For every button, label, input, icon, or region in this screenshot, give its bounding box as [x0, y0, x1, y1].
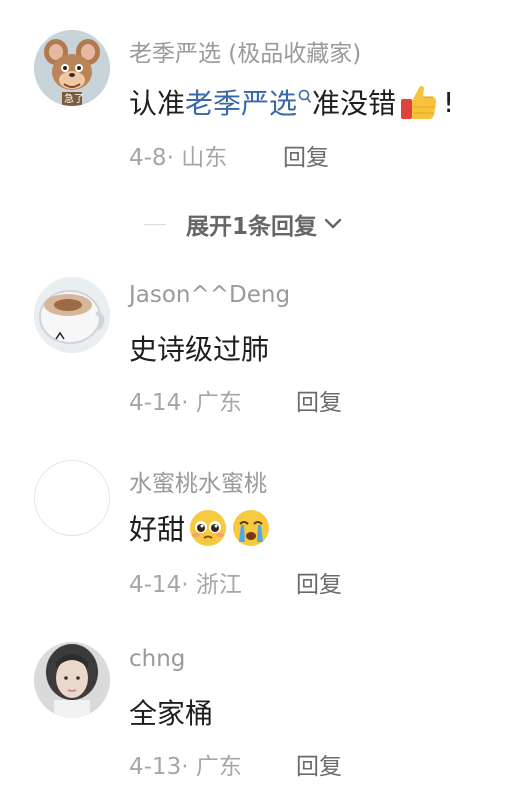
comment-meta: 4-13· 广东 [129, 747, 242, 781]
comment-username[interactable]: Jason^^Deng [129, 282, 290, 308]
comment-location: 浙江 [195, 572, 242, 598]
expand-replies-label: 展开1条回复 [186, 214, 318, 240]
avatar[interactable] [34, 460, 110, 536]
comment-date: 4-8 [129, 145, 167, 171]
avatar-caption: 急了 [64, 94, 84, 105]
avatar[interactable] [34, 277, 110, 353]
comment-username[interactable]: 水蜜桃水蜜桃 [129, 464, 267, 498]
coffee-cup-avatar-icon [34, 277, 110, 353]
comment-meta: 4-8· 山东 [129, 138, 227, 172]
meta-separator: · [181, 754, 189, 780]
reply-button[interactable]: 回复 [296, 383, 342, 417]
crying-face-emoji-icon [233, 510, 270, 546]
comment-date: 4-14 [129, 572, 182, 598]
chevron-down-icon [324, 218, 342, 229]
search-icon[interactable] [298, 89, 312, 105]
comment-content: 好甜 [129, 508, 271, 548]
comment-date: 4-13 [129, 754, 182, 780]
divider [144, 223, 166, 225]
comment-meta: 4-14· 浙江 [129, 565, 242, 599]
reply-button[interactable]: 回复 [296, 565, 342, 599]
person-photo-avatar-icon [34, 642, 110, 718]
reply-button[interactable]: 回复 [296, 747, 342, 781]
comment-date: 4-14 [129, 390, 182, 416]
meta-separator: · [166, 145, 174, 171]
comment-username[interactable]: chng [129, 646, 185, 672]
avatar[interactable] [34, 642, 110, 718]
thumbs-up-emoji-icon [401, 86, 437, 119]
content-text: 准没错 [312, 87, 397, 120]
expand-replies-button[interactable]: 展开1条回复 [144, 204, 343, 244]
comment-content: 认准 老季严选 准没错 ! [129, 82, 454, 122]
reply-button[interactable]: 回复 [283, 138, 329, 172]
comment-content: 全家桶 [129, 697, 214, 730]
content-text: 认准 [129, 87, 186, 120]
meta-separator: · [181, 390, 189, 416]
comment-content: 史诗级过肺 [129, 333, 270, 366]
comment-username[interactable]: 老季严选 (极品收藏家) [129, 34, 361, 68]
comment-location: 山东 [181, 145, 228, 171]
comment-location: 广东 [195, 754, 242, 780]
comment-location: 广东 [195, 390, 242, 416]
search-link[interactable]: 老季严选 [185, 82, 297, 122]
meta-separator: · [181, 572, 189, 598]
comment-meta: 4-14· 广东 [129, 383, 242, 417]
pleading-face-emoji-icon [190, 510, 227, 546]
content-text: 好甜 [129, 513, 186, 546]
avatar[interactable]: 急了 [34, 30, 110, 106]
content-text: ! [443, 85, 455, 119]
